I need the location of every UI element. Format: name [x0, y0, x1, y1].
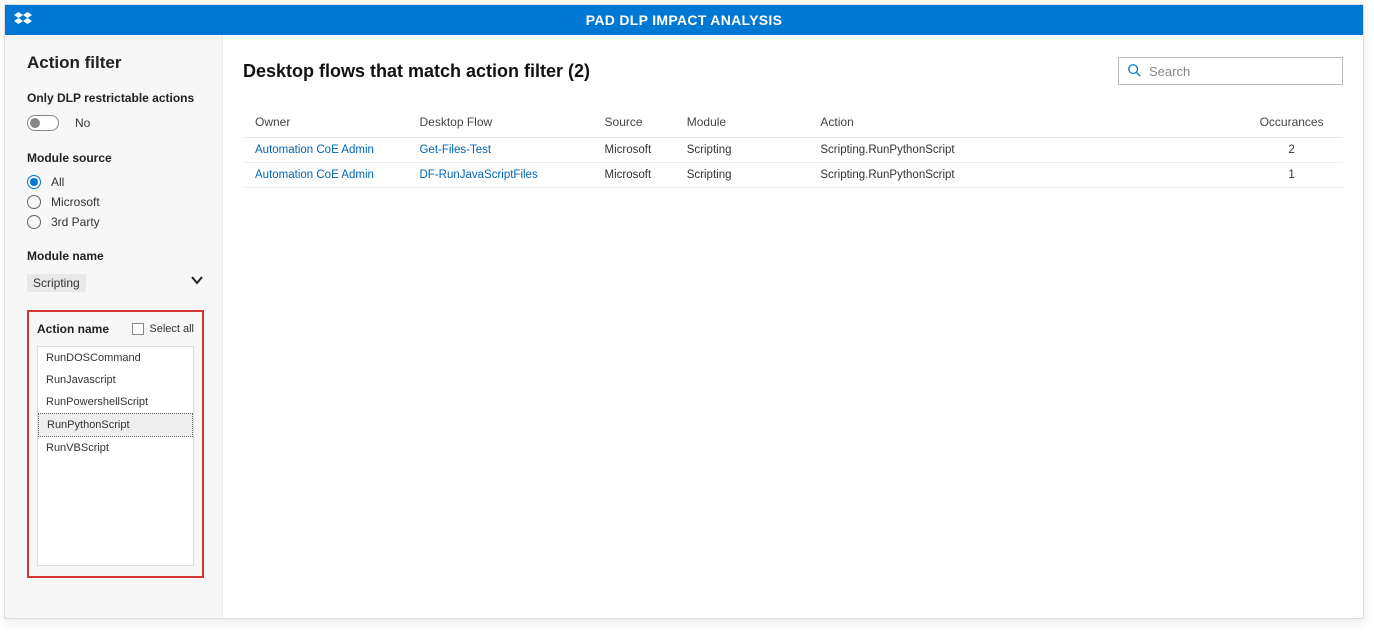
cell-occurances: 2: [1240, 138, 1343, 163]
radio-icon: [27, 175, 41, 189]
radio-icon: [27, 195, 41, 209]
only-dlp-toggle[interactable]: [27, 115, 59, 131]
cell-module: Scripting: [675, 163, 809, 188]
cell-source: Microsoft: [593, 138, 675, 163]
search-icon: [1127, 63, 1141, 80]
module-source-label: Module source: [27, 151, 204, 165]
radio-label: Microsoft: [51, 195, 100, 209]
radio-label: 3rd Party: [51, 215, 100, 229]
module-name-label: Module name: [27, 249, 204, 263]
cell-owner[interactable]: Automation CoE Admin: [243, 163, 407, 188]
app-body: Action filter Only DLP restrictable acti…: [5, 35, 1363, 618]
app-header-title: PAD DLP IMPACT ANALYSIS: [586, 12, 782, 28]
sidebar-title: Action filter: [27, 53, 204, 73]
cell-occurances: 1: [1240, 163, 1343, 188]
col-header-action[interactable]: Action: [808, 107, 1240, 138]
col-header-source[interactable]: Source: [593, 107, 675, 138]
action-item-runpowershellscript[interactable]: RunPowershellScript: [38, 391, 193, 413]
action-item-rundoscommand[interactable]: RunDOSCommand: [38, 347, 193, 369]
action-item-runpythonscript[interactable]: RunPythonScript: [38, 413, 193, 437]
sidebar: Action filter Only DLP restrictable acti…: [5, 35, 223, 618]
radio-label: All: [51, 175, 64, 189]
cell-owner[interactable]: Automation CoE Admin: [243, 138, 407, 163]
col-header-owner[interactable]: Owner: [243, 107, 407, 138]
module-source-option-third-party[interactable]: 3rd Party: [27, 215, 204, 229]
cell-flow[interactable]: Get-Files-Test: [407, 138, 592, 163]
select-all-checkbox[interactable]: Select all: [132, 323, 194, 335]
main-title: Desktop flows that match action filter (…: [243, 61, 590, 82]
module-name-select[interactable]: Scripting: [27, 273, 204, 292]
cell-action: Scripting.RunPythonScript: [808, 163, 1240, 188]
action-item-runjavascript[interactable]: RunJavascript: [38, 369, 193, 391]
table-header-row: Owner Desktop Flow Source Module Action …: [243, 107, 1343, 138]
search-input[interactable]: [1149, 64, 1334, 79]
table-row[interactable]: Automation CoE Admin DF-RunJavaScriptFil…: [243, 163, 1343, 188]
col-header-flow[interactable]: Desktop Flow: [407, 107, 592, 138]
chevron-down-icon: [190, 273, 204, 292]
main-content: Desktop flows that match action filter (…: [223, 35, 1363, 618]
col-header-occurances[interactable]: Occurances: [1240, 107, 1343, 138]
app-header: PAD DLP IMPACT ANALYSIS: [5, 5, 1363, 35]
module-source-option-all[interactable]: All: [27, 175, 204, 189]
radio-icon: [27, 215, 41, 229]
action-name-title: Action name: [37, 322, 109, 336]
cell-flow[interactable]: DF-RunJavaScriptFiles: [407, 163, 592, 188]
app-window: PAD DLP IMPACT ANALYSIS Action filter On…: [4, 4, 1364, 619]
table-row[interactable]: Automation CoE Admin Get-Files-Test Micr…: [243, 138, 1343, 163]
action-name-panel: Action name Select all RunDOSCommand Run…: [27, 310, 204, 578]
cell-action: Scripting.RunPythonScript: [808, 138, 1240, 163]
checkbox-icon: [132, 323, 144, 335]
action-name-header: Action name Select all: [37, 322, 194, 336]
cell-module: Scripting: [675, 138, 809, 163]
select-all-label: Select all: [149, 323, 194, 335]
only-dlp-value: No: [75, 116, 90, 130]
app-logo-icon: [13, 10, 33, 30]
search-box[interactable]: [1118, 57, 1343, 85]
module-source-option-microsoft[interactable]: Microsoft: [27, 195, 204, 209]
cell-source: Microsoft: [593, 163, 675, 188]
action-item-runvbscript[interactable]: RunVBScript: [38, 437, 193, 459]
only-dlp-toggle-row: No: [27, 115, 204, 131]
main-header: Desktop flows that match action filter (…: [243, 57, 1343, 85]
only-dlp-label: Only DLP restrictable actions: [27, 91, 204, 105]
col-header-module[interactable]: Module: [675, 107, 809, 138]
module-name-value: Scripting: [27, 274, 86, 292]
results-table: Owner Desktop Flow Source Module Action …: [243, 107, 1343, 188]
module-source-radio-group: All Microsoft 3rd Party: [27, 175, 204, 229]
action-name-list[interactable]: RunDOSCommand RunJavascript RunPowershel…: [37, 346, 194, 566]
